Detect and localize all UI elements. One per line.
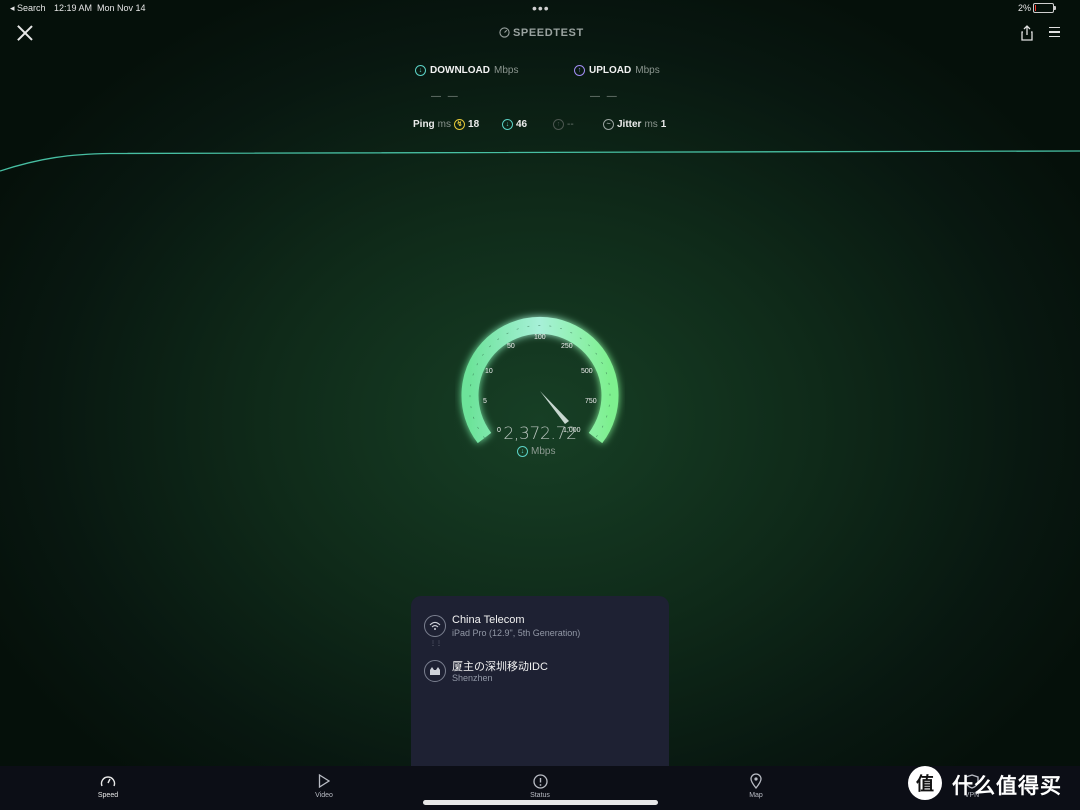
watermark-text: 什么值得买 — [952, 775, 1062, 798]
tab-map[interactable]: Map — [726, 772, 786, 799]
multitasking-dots-icon[interactable]: ••• — [532, 0, 550, 16]
ping-upload: ↑ -- — [553, 119, 574, 130]
idle-latency-icon: ↯ — [454, 119, 466, 130]
speed-history-line — [0, 150, 1080, 172]
gauge-reading: 2,372.72 — [503, 424, 577, 444]
close-icon[interactable] — [14, 22, 36, 44]
download-icon: ↓ — [415, 65, 426, 76]
upload-label: UPLOAD — [589, 65, 632, 76]
download-header: ↓ DOWNLOAD Mbps — [415, 65, 518, 76]
tab-status[interactable]: Status — [510, 772, 570, 799]
battery-icon — [1033, 3, 1056, 13]
tab-status-label: Status — [530, 792, 550, 799]
gauge-tick-5: 5 — [483, 398, 487, 405]
download-icon: ↓ — [517, 446, 528, 457]
jitter: ~ Jitter ms 1 — [603, 119, 666, 130]
provider-device: iPad Pro (12.9", 5th Generation) — [452, 628, 581, 638]
download-value: — — — [431, 91, 460, 102]
download-latency-icon: ↓ — [502, 119, 513, 130]
ping-download-value: 46 — [516, 119, 528, 130]
ping-upload-value: -- — [567, 119, 574, 130]
ping-label: Ping — [413, 119, 435, 130]
hamburger-menu-icon[interactable] — [1049, 27, 1060, 40]
jitter-label: Jitter — [617, 119, 642, 130]
ping-idle-value: 18 — [468, 119, 480, 130]
upload-unit: Mbps — [635, 65, 660, 76]
gauge-unit: ↓ Mbps — [517, 446, 555, 457]
watermark-logo: 值 — [908, 766, 942, 800]
status-time: 12:19 AM — [54, 3, 93, 13]
gauge-tick-750: 750 — [585, 398, 597, 405]
brand-name: SPEEDTEST — [513, 27, 584, 39]
download-unit: Mbps — [494, 65, 519, 76]
tab-video[interactable]: Video — [294, 772, 354, 799]
speedtest-logo: SPEEDTEST — [499, 27, 584, 39]
server-icon — [424, 660, 446, 682]
watermark-logo-text: 值 — [916, 774, 934, 794]
status-date: Mon Nov 14 — [97, 3, 146, 13]
server-name[interactable]: 厦主の深圳移动IDC — [452, 658, 548, 674]
tab-video-label: Video — [315, 792, 333, 799]
connection-dots-icon: ⋮⋮ — [430, 641, 442, 647]
ping-download: ↓ 46 — [502, 119, 527, 130]
speedometer-icon — [78, 772, 138, 790]
play-icon — [294, 772, 354, 790]
jitter-unit: ms — [644, 119, 658, 130]
gauge-tick-50: 50 — [507, 343, 515, 350]
upload-header: ↑ UPLOAD Mbps — [574, 65, 660, 76]
jitter-value: 1 — [660, 119, 667, 130]
connection-panel[interactable] — [411, 596, 669, 776]
gauge-needle — [540, 391, 569, 424]
upload-value: — — — [590, 91, 619, 102]
upload-latency-icon: ↑ — [553, 119, 564, 130]
server-location: Shenzhen — [452, 673, 493, 683]
share-icon[interactable] — [1020, 25, 1034, 46]
upload-icon: ↑ — [574, 65, 585, 76]
provider-name[interactable]: China Telecom — [452, 614, 525, 626]
gauge-tick-500: 500 — [581, 368, 593, 375]
speedtest-logo-icon — [499, 27, 510, 38]
map-pin-icon — [726, 772, 786, 790]
gauge-tick-10: 10 — [485, 368, 493, 375]
tab-speed[interactable]: Speed — [78, 772, 138, 799]
ping-idle: Ping ms ↯ 18 — [413, 119, 479, 130]
wifi-icon — [424, 615, 446, 637]
gauge-arc — [461, 316, 619, 444]
tab-map-label: Map — [749, 792, 763, 799]
battery-percent: 2% — [1017, 3, 1031, 13]
alert-icon — [510, 772, 570, 790]
tab-speed-label: Speed — [97, 792, 119, 799]
gauge-tick-100: 100 — [534, 334, 546, 341]
jitter-icon: ~ — [603, 119, 614, 130]
gauge-unit-label: Mbps — [531, 446, 556, 457]
gauge-tick-250: 250 — [561, 343, 573, 350]
ping-unit: ms — [437, 119, 452, 130]
back-to-search-link[interactable]: ◂ Search — [10, 3, 46, 14]
download-label: DOWNLOAD — [430, 65, 490, 76]
home-indicator[interactable] — [423, 800, 658, 805]
